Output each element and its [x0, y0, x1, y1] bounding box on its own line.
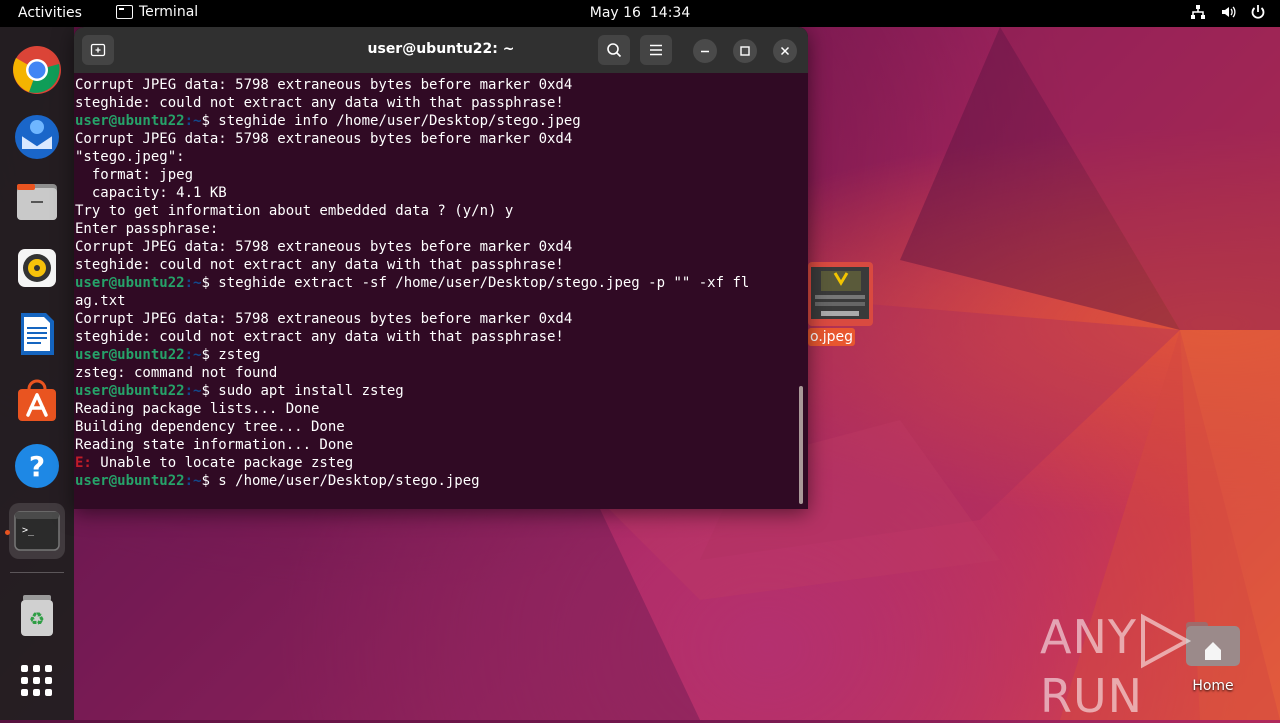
- terminal-output-line: steghide: could not extract any data wit…: [75, 329, 564, 345]
- search-button[interactable]: [598, 35, 630, 65]
- watermark-right: RUN: [1040, 668, 1144, 723]
- search-icon: [607, 43, 622, 58]
- rhythmbox-icon: [18, 249, 56, 287]
- prompt-path: :~: [184, 383, 202, 399]
- terminal-command-line: user@ubuntu22:~$ s /home/user/Desktop/st…: [75, 472, 795, 490]
- dock-separator: [10, 572, 64, 573]
- dock-chrome[interactable]: [9, 42, 65, 98]
- writer-icon: [21, 313, 54, 355]
- prompt-path: :~: [184, 275, 202, 291]
- dock-help[interactable]: ?: [9, 438, 65, 494]
- terminal-output-line: ag.txt: [75, 293, 126, 309]
- help-icon: ?: [15, 444, 59, 488]
- system-tray[interactable]: [1190, 4, 1266, 20]
- files-icon: [17, 184, 57, 220]
- prompt-user: user@ubuntu22: [75, 113, 185, 129]
- dock-software[interactable]: [9, 372, 65, 428]
- dock-writer[interactable]: [9, 306, 65, 362]
- terminal-output-line: "stego.jpeg":: [75, 149, 185, 165]
- terminal-output-line: Reading package lists... Done: [75, 401, 320, 417]
- desktop-file-label[interactable]: o.jpeg: [808, 328, 856, 346]
- hamburger-menu-icon: [650, 44, 662, 56]
- terminal-output-line: Corrupt JPEG data: 5798 extraneous bytes…: [75, 131, 573, 147]
- clock-time: 14:34: [649, 5, 691, 21]
- terminal-output-line: zsteg: command not found: [75, 365, 278, 381]
- app-grid-icon: [21, 665, 52, 696]
- prompt-path: :~: [184, 113, 202, 129]
- command-text: $ s /home/user/Desktop/stego.jpeg: [201, 473, 480, 489]
- svg-text:>_: >_: [22, 525, 35, 536]
- close-icon: [780, 46, 790, 56]
- terminal-output-line: Corrupt JPEG data: 5798 extraneous bytes…: [75, 239, 573, 255]
- app-menu[interactable]: Terminal: [116, 4, 198, 20]
- prompt-user: user@ubuntu22: [75, 383, 185, 399]
- power-icon: [1251, 5, 1265, 19]
- dock-files[interactable]: [9, 174, 65, 230]
- dock-rhythmbox[interactable]: [9, 240, 65, 296]
- terminal-output-line: Enter passphrase:: [75, 221, 219, 237]
- volume-icon: [1222, 6, 1236, 18]
- terminal-output-line: E: Unable to locate package zsteg: [75, 454, 795, 472]
- menu-button[interactable]: [640, 35, 672, 65]
- terminal-output-line: Reading state information... Done: [75, 437, 354, 453]
- terminal-output-line: steghide: could not extract any data wit…: [75, 257, 564, 273]
- terminal-command-line: user@ubuntu22:~$ steghide extract -sf /h…: [75, 274, 795, 292]
- trash-icon: ♻: [21, 595, 53, 636]
- terminal-command-line: user@ubuntu22:~$ steghide info /home/use…: [75, 112, 795, 130]
- command-text: $ sudo apt install zsteg: [201, 383, 404, 399]
- terminal-output[interactable]: Corrupt JPEG data: 5798 extraneous bytes…: [75, 76, 795, 506]
- terminal-output-line: format: jpeg: [75, 167, 194, 183]
- maximize-button[interactable]: [733, 39, 757, 63]
- terminal-small-icon: [116, 5, 133, 19]
- chrome-icon: [13, 46, 61, 94]
- desktop-file-stego[interactable]: [808, 262, 873, 326]
- dock-thunderbird[interactable]: [9, 108, 65, 164]
- prompt-user: user@ubuntu22: [75, 347, 185, 363]
- dock-show-apps[interactable]: [9, 653, 65, 709]
- minimize-button[interactable]: [693, 39, 717, 63]
- play-logo-icon: [1140, 613, 1191, 668]
- command-text: $ zsteg: [201, 347, 261, 363]
- software-icon: [18, 379, 56, 421]
- dock-trash[interactable]: ♻: [9, 587, 65, 643]
- terminal-command-line: user@ubuntu22:~$ zsteg: [75, 346, 795, 364]
- terminal-window[interactable]: user@ubuntu22: ~ Corrupt JPEG data: 5798…: [74, 27, 808, 509]
- clock-date: May 16: [589, 5, 641, 21]
- watermark-left: ANY: [1040, 610, 1137, 664]
- close-button[interactable]: [773, 39, 797, 63]
- terminal-output-line: Building dependency tree... Done: [75, 419, 345, 435]
- terminal-scrollbar[interactable]: [799, 386, 803, 504]
- prompt-path: :~: [184, 347, 202, 363]
- prompt-path: :~: [184, 473, 202, 489]
- terminal-output-line: Try to get information about embedded da…: [75, 203, 514, 219]
- dock-terminal[interactable]: >_: [9, 503, 65, 559]
- app-name: Terminal: [139, 4, 199, 20]
- dock: ? >_ ♻: [0, 27, 74, 720]
- terminal-output-line: Corrupt JPEG data: 5798 extraneous bytes…: [75, 311, 573, 327]
- terminal-output-line: capacity: 4.1 KB: [75, 185, 227, 201]
- anyrun-watermark: ANYRUN: [1040, 610, 1280, 723]
- error-prefix: E:: [75, 455, 92, 471]
- terminal-output-line: steghide: could not extract any data wit…: [75, 95, 564, 111]
- command-text: $ steghide extract -sf /home/user/Deskto…: [201, 275, 750, 291]
- error-text: Unable to locate package zsteg: [91, 455, 354, 471]
- terminal-icon: >_: [14, 511, 60, 551]
- svg-text:♻: ♻: [29, 609, 45, 630]
- terminal-header-bar[interactable]: user@ubuntu22: ~: [74, 27, 808, 73]
- terminal-output-line: Corrupt JPEG data: 5798 extraneous bytes…: [75, 77, 573, 93]
- network-icon: [1191, 5, 1205, 19]
- prompt-user: user@ubuntu22: [75, 275, 185, 291]
- clock[interactable]: May 16 14:34: [590, 5, 690, 21]
- command-text: $ steghide info /home/user/Desktop/stego…: [201, 113, 581, 129]
- top-bar: Activities Terminal May 16 14:34: [0, 0, 1280, 27]
- prompt-user: user@ubuntu22: [75, 473, 185, 489]
- activities-button[interactable]: Activities: [18, 5, 82, 21]
- maximize-icon: [740, 46, 750, 56]
- thunderbird-icon: [15, 115, 59, 159]
- running-indicator: [5, 530, 10, 535]
- terminal-command-line: user@ubuntu22:~$ sudo apt install zsteg: [75, 382, 795, 400]
- minimize-icon: [701, 50, 709, 53]
- svg-text:?: ?: [29, 450, 45, 483]
- image-thumbnail: [811, 267, 869, 319]
